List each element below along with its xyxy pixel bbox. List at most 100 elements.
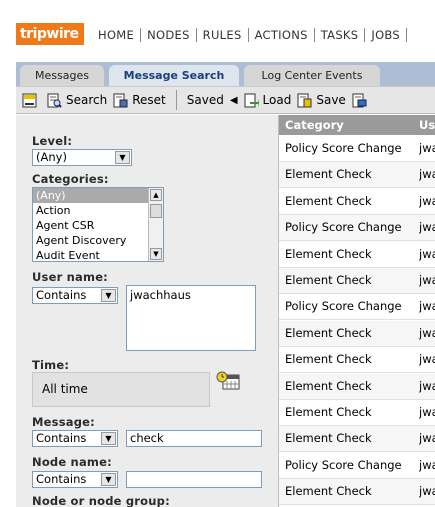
export-doc-icon [352,93,367,108]
table-row[interactable]: Policy Score Change jwa [279,453,435,479]
extra-toolbar-button[interactable] [352,93,371,108]
main-nav: HOME NODES RULES ACTIONS TASKS JOBS [92,26,408,44]
listbox-scrollbar[interactable]: ▲ ▼ [148,188,163,261]
left-arrow-icon[interactable]: ◀ [230,95,238,106]
save-button[interactable]: Save [297,93,346,108]
user-cell: jwa [419,141,435,155]
category-cell: Policy Score Change [285,299,402,314]
load-button[interactable]: Load [244,93,291,108]
categories-label: Categories: [32,172,109,186]
message-match-value: Contains [36,431,87,445]
username-label: User name: [32,270,108,284]
calendar-icon[interactable] [216,371,240,391]
scroll-up-icon[interactable]: ▲ [150,189,162,201]
tab-log-center-events[interactable]: Log Center Events [244,65,380,86]
chevron-down-icon: ▼ [101,289,116,302]
tab-bar: Messages Message Search Log Center Event… [16,62,435,86]
table-row[interactable]: Element Check jwa [279,347,435,374]
category-cell: Element Check [285,193,372,208]
nav-tasks[interactable]: TASKS [315,28,365,42]
table-row[interactable]: Element Check jwa [279,189,435,215]
scroll-thumb[interactable] [150,204,162,218]
reset-button[interactable]: Reset [113,93,166,108]
tab-messages[interactable]: Messages [20,65,104,86]
category-cell: Policy Score Change [285,220,402,235]
time-range-display[interactable]: All time [32,372,210,407]
nodename-label: Node name: [32,455,112,469]
nav-divider [406,28,408,42]
chevron-down-icon: ▼ [115,151,130,164]
column-header-user[interactable]: Us [419,115,435,135]
top-nav: tripwire HOME NODES RULES ACTIONS TASKS … [0,0,435,58]
user-cell: jwa [419,220,435,235]
user-cell: jwa [419,167,435,182]
category-cell: Element Check [285,484,372,499]
nav-jobs[interactable]: JOBS [365,28,406,42]
message-label: Message: [32,415,95,429]
level-label: Level: [32,134,73,148]
panel-toggle-button[interactable] [22,93,41,108]
user-cell: jwa [419,431,435,446]
table-row[interactable]: Element Check jwa [279,426,435,453]
category-cell: Element Check [285,431,372,446]
table-row[interactable]: Element Check jwa [279,373,435,400]
nodename-input[interactable] [126,471,262,488]
table-row[interactable]: Element Check jwa [279,400,435,426]
message-input[interactable]: check [126,430,262,447]
table-row[interactable]: Element Check jwa [279,242,435,268]
category-option[interactable]: Agent CSR [33,218,163,233]
tripwire-logo[interactable]: tripwire [16,23,84,45]
chevron-down-icon: ▼ [101,473,116,486]
user-cell: jwa [419,246,435,261]
username-match-select[interactable]: Contains ▼ [32,287,118,304]
saved-label: Saved [186,93,224,107]
search-doc-icon [47,93,62,108]
message-match-select[interactable]: Contains ▼ [32,430,118,447]
user-cell: jwa [419,352,435,367]
category-cell: Element Check [285,246,372,261]
save-button-label: Save [316,93,346,107]
category-cell: Policy Score Change [285,457,402,472]
nav-actions[interactable]: ACTIONS [249,28,314,42]
table-row[interactable]: Policy Score Change jwa [279,294,435,321]
nav-nodes[interactable]: NODES [141,28,196,42]
scroll-down-icon[interactable]: ▼ [150,248,162,260]
table-row[interactable]: Element Check jwa [279,479,435,506]
username-match-value: Contains [36,288,87,302]
reset-doc-icon [113,93,128,108]
category-cell: Element Check [285,325,372,340]
table-header: Category Us [279,115,435,135]
nodename-match-select[interactable]: Contains ▼ [32,471,118,488]
username-textarea[interactable]: jwachhaus [126,285,256,351]
search-button[interactable]: Search [47,93,107,108]
level-select-value: (Any) [36,150,67,164]
user-cell: jwa [419,325,435,340]
column-header-category[interactable]: Category [285,115,344,135]
user-cell: jwa [419,405,435,419]
tab-message-search[interactable]: Message Search [109,65,239,86]
category-option[interactable]: Agent Discovery [33,233,163,248]
table-row[interactable]: Policy Score Change jwa [279,215,435,242]
category-option[interactable]: (Any) [33,188,163,203]
category-option[interactable]: Audit Event [33,248,163,261]
load-doc-icon [244,93,259,108]
category-option[interactable]: Action [33,203,163,218]
chevron-down-icon: ▼ [101,432,116,445]
user-cell: jwa [419,378,435,393]
category-cell: Policy Score Change [285,141,402,155]
panel-toggle-icon [22,93,37,108]
save-doc-icon [297,93,312,108]
time-label: Time: [32,358,70,372]
nav-home[interactable]: HOME [92,28,140,42]
reset-button-label: Reset [132,93,166,107]
table-row[interactable]: Element Check jwa [279,268,435,294]
level-select[interactable]: (Any) ▼ [32,149,132,166]
table-row[interactable]: Element Check jwa [279,162,435,189]
table-row[interactable]: Element Check jwa [279,320,435,347]
user-cell: jwa [419,193,435,208]
nav-rules[interactable]: RULES [197,28,248,42]
category-cell: Element Check [285,352,372,367]
categories-listbox[interactable]: (Any) Action Agent CSR Agent Discovery A… [32,187,164,262]
user-cell: jwa [419,484,435,499]
table-row[interactable]: Policy Score Change jwa [279,136,435,162]
